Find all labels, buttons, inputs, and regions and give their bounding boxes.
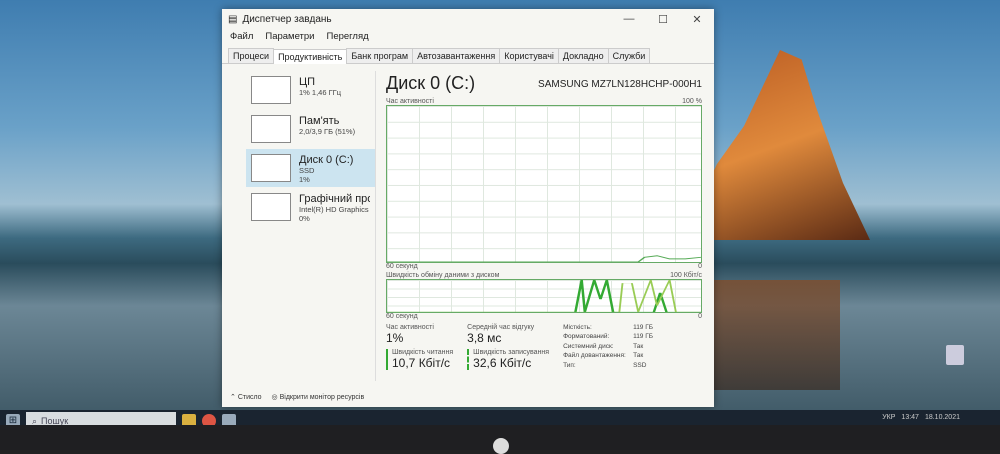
chart1-label: Час активності (386, 98, 434, 105)
sidebar-sub2: 0% (299, 214, 310, 221)
fewer-details-label: Стисло (237, 394, 262, 401)
app-icon: ▤ (228, 13, 238, 25)
prop-label: Форматований: (563, 333, 610, 341)
sidebar-item-gpu[interactable]: Графічний процесорIntel(R) HD Graphics 5… (246, 188, 375, 226)
sidebar-item-cpu[interactable]: ЦП 1% 1,46 ГГц (246, 71, 375, 109)
tab-app-history[interactable]: Банк програм (346, 48, 414, 63)
tab-users[interactable]: Користувачі (499, 48, 559, 63)
open-resource-monitor-link[interactable]: ◎ Відкрити монітор ресурсів (272, 393, 365, 401)
clock-date[interactable]: 18.10.2021 (925, 414, 960, 421)
tab-bar: Процеси Продуктивність Банк програм Авто… (222, 44, 714, 64)
chart2-time: 60 секунд (386, 313, 418, 320)
prop-value: Так (633, 352, 644, 360)
minimize-button[interactable]: — (612, 13, 646, 26)
hp-logo (493, 438, 509, 454)
system-tray: УКР 13:47 18.10.2021 (882, 414, 960, 421)
disk-stats: Час активності 1% Швидкість читання 10,7 К… (386, 324, 702, 370)
chart2-max: 100 Кбіт/с (670, 272, 702, 279)
write-line (387, 280, 701, 312)
disk-properties: Місткість: 119 ГБ Форматований: 119 ГБ Сис… (563, 324, 663, 370)
disk-thumbnail (251, 154, 291, 182)
sidebar-sub: 1% 1,46 ГГц (299, 88, 342, 97)
sidebar-label: Пам'ять (299, 115, 340, 127)
prop-value: SSD (633, 361, 647, 369)
sidebar-sub: 2,0/3,9 ГБ (51%) (299, 127, 356, 136)
prop-label: Файл довантаження: (563, 352, 626, 360)
title-bar: ▤ Диспетчер завдань — ☐ ✕ (222, 9, 714, 29)
sidebar-sub2: 1% (299, 175, 310, 184)
active-time-line (387, 255, 701, 262)
active-time-chart (386, 105, 702, 263)
write-speed-label: Швидкість записування (473, 349, 550, 356)
prop-label: Системний диск: (563, 342, 614, 350)
response-time-label: Середній час відгуку (467, 324, 535, 331)
sidebar-item-disk[interactable]: Диск 0 (C:) SSD 1% (246, 149, 375, 187)
sidebar-label: ЦП (299, 76, 316, 88)
menu-file[interactable]: Файл (230, 31, 253, 42)
read-speed-value: 10,7 Кбіт/с (392, 356, 451, 370)
tab-details[interactable]: Докладно (557, 48, 609, 63)
tab-performance[interactable]: Продуктивність (273, 49, 348, 64)
active-time-value: 1% (386, 331, 404, 345)
response-time-value: 3,8 мс (467, 331, 502, 345)
chart2-label: Швидкість обміну даними з диском (386, 272, 500, 279)
chart1-max: 100 % (682, 98, 702, 105)
resource-monitor-label: Відкрити монітор ресурсів (279, 394, 365, 401)
memory-thumbnail (251, 115, 291, 143)
prop-label: Місткість: (563, 324, 592, 331)
transfer-rate-chart (386, 279, 702, 313)
resource-list: ЦП 1% 1,46 ГГц Пам'ять 2,0/3,9 ГБ (51%) Ди… (246, 71, 376, 381)
chart1-min: 0 (698, 263, 702, 270)
prop-label: Тип: (563, 361, 576, 369)
footer: ⌃ Стисло ◎ Відкрити монітор ресурсів (230, 393, 364, 401)
cpu-thumbnail (251, 76, 291, 104)
sidebar-label: Диск 0 (C:) (299, 154, 354, 166)
disk-detail-panel: Диск 0 (C:) SAMSUNG MZ7LN128HCHP-000H1 Ч… (386, 73, 702, 370)
active-time-label: Час активності (386, 324, 434, 331)
close-button[interactable]: ✕ (680, 13, 714, 26)
wallpaper-rock (690, 50, 870, 240)
menu-bar: Файл Параметри Перегляд (222, 29, 714, 44)
prop-value: Так (633, 342, 644, 350)
disk-model: SAMSUNG MZ7LN128HCHP-000H1 (538, 79, 702, 90)
window-title: Диспетчер завдань (242, 13, 332, 25)
tab-services[interactable]: Служби (607, 48, 651, 63)
menu-options[interactable]: Параметри (265, 31, 314, 42)
tab-startup[interactable]: Автозавантаження (412, 48, 501, 63)
read-speed-label: Швидкість читання (392, 349, 454, 356)
chart2-min: 0 (698, 313, 702, 320)
tab-processes[interactable]: Процеси (228, 48, 275, 63)
maximize-button[interactable]: ☐ (646, 13, 680, 26)
chart1-time: 60 секунд (386, 263, 418, 270)
write-speed-value: 32,6 Кбіт/с (473, 356, 532, 370)
prop-value: 119 ГБ (633, 324, 654, 331)
sidebar-sub: SSD (299, 166, 315, 175)
sidebar-sub: Intel(R) HD Graphics 530 (299, 205, 370, 214)
gpu-thumbnail (251, 193, 291, 221)
recycle-bin-icon[interactable] (946, 345, 964, 365)
resource-monitor-icon: ◎ (271, 394, 280, 401)
fewer-details-button[interactable]: ⌃ Стисло (230, 393, 262, 401)
menu-view[interactable]: Перегляд (326, 31, 368, 42)
task-manager-window: ▤ Диспетчер завдань — ☐ ✕ Файл Параметри… (222, 9, 714, 407)
clock-time[interactable]: 13:47 (901, 414, 919, 421)
chevron-up-icon: ⌃ (230, 394, 238, 401)
language-indicator[interactable]: УКР (882, 414, 895, 421)
prop-value: 119 ГБ (633, 333, 654, 341)
sidebar-label: Графічний процесор (299, 193, 370, 205)
sidebar-item-memory[interactable]: Пам'ять 2,0/3,9 ГБ (51%) (246, 110, 375, 148)
